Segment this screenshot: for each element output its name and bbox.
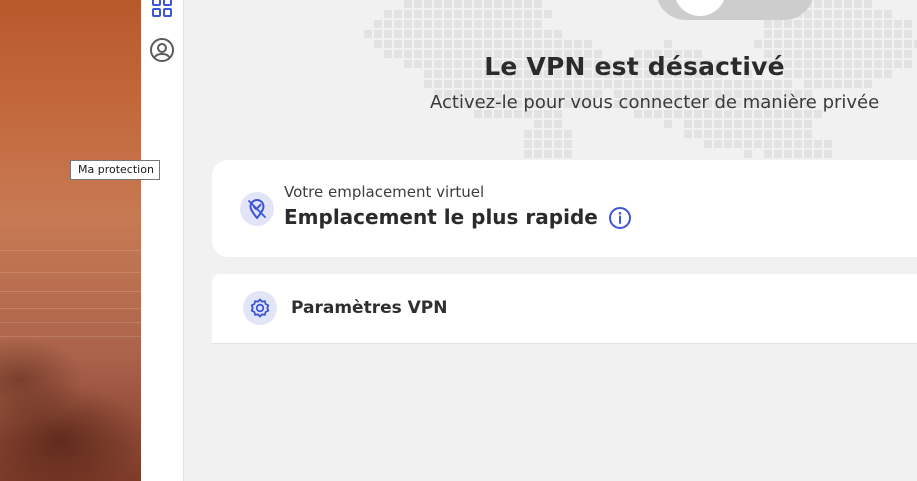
desktop-wallpaper — [0, 0, 141, 481]
info-icon[interactable] — [608, 206, 632, 230]
virtual-location-card[interactable]: Votre emplacement virtuel Emplacement le… — [212, 160, 917, 257]
virtual-location-value: Emplacement le plus rapide — [284, 205, 598, 229]
location-pin-icon — [240, 192, 274, 226]
sidebar — [141, 0, 184, 481]
vpn-status-title: Le VPN est désactivé — [484, 52, 785, 81]
tooltip: Ma protection — [70, 160, 160, 180]
account-icon[interactable] — [149, 37, 175, 63]
vpn-settings-label: Paramètres VPN — [291, 298, 448, 318]
grid-icon[interactable] — [149, 0, 175, 20]
vpn-status-subtitle: Activez-le pour vous connecter de manièr… — [430, 92, 880, 113]
vpn-settings-row[interactable]: Paramètres VPN — [212, 274, 917, 344]
vpn-toggle-knob — [674, 0, 726, 16]
gear-icon — [243, 291, 277, 325]
main-panel: Le VPN est désactivé Activez-le pour vou… — [184, 0, 917, 481]
tooltip-text: Ma protection — [78, 163, 154, 176]
vpn-toggle[interactable] — [656, 0, 814, 20]
virtual-location-label: Votre emplacement virtuel — [284, 183, 485, 201]
